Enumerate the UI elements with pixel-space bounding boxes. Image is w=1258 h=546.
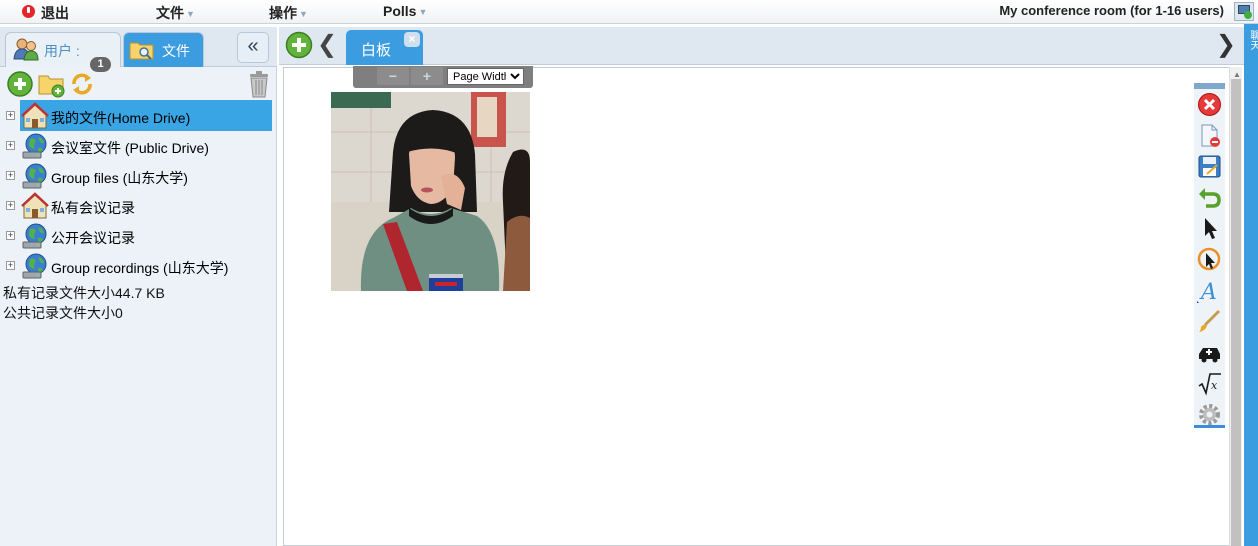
tree-item-label: 会议室文件 (Public Drive) [51, 140, 209, 156]
chat-strip-label: 聊天 [1248, 30, 1258, 50]
tab-whiteboard[interactable]: 白板 × [346, 30, 423, 65]
tree-item[interactable]: + 会议室文件 (Public Drive) [0, 130, 277, 160]
polls-menu-label: Polls [383, 3, 417, 19]
private-size-text: 私有记录文件大小44.7 KB [3, 285, 165, 301]
globe-drive-icon [22, 163, 47, 189]
globe-drive-icon [22, 133, 47, 159]
expand-icon[interactable]: + [6, 231, 15, 240]
folder-search-icon [129, 42, 154, 60]
chat-side-strip[interactable]: 聊天 [1244, 24, 1258, 546]
text-icon[interactable]: A [1197, 278, 1222, 303]
trash-icon[interactable] [245, 70, 273, 98]
tab-files[interactable]: 文件 [123, 32, 204, 67]
tab-users-label: 用户 : [44, 43, 80, 59]
dropdown-arrow-icon: ▼ [186, 9, 195, 19]
actions-menu[interactable]: 操作 ▼ [269, 3, 308, 23]
tab-files-label: 文件 [162, 43, 190, 59]
actions-menu-label: 操作 [269, 5, 297, 21]
expand-icon[interactable]: + [6, 141, 15, 150]
tree-item-label: Group files (山东大学) [51, 170, 188, 186]
svg-text:x: x [1211, 379, 1218, 392]
vertical-scrollbar[interactable]: ▲ [1229, 67, 1242, 546]
left-panel-tabs: 用户 : 1 文件 « [0, 27, 277, 72]
collapse-panel-button[interactable]: « [237, 32, 269, 63]
tree-item-label: 公开会议记录 [51, 230, 135, 246]
globe-drive-icon [22, 253, 47, 279]
file-toolbar [0, 68, 277, 100]
save-icon[interactable] [1197, 154, 1222, 179]
expand-icon[interactable]: + [6, 171, 15, 180]
file-menu-label: 文件 [156, 5, 184, 21]
uploaded-image[interactable] [331, 92, 530, 291]
zoom-toolbar: − + Page WidthFull Fit50%100%200% [353, 66, 533, 88]
exit-menu[interactable]: 退出 [41, 3, 69, 23]
globe-drive-icon [22, 223, 47, 249]
shapes-icon[interactable] [1197, 340, 1222, 365]
polls-menu[interactable]: Polls ▼ [383, 3, 427, 19]
file-menu[interactable]: 文件 ▼ [156, 3, 195, 23]
home-folder-icon [21, 192, 49, 219]
screen-share-icon[interactable] [1234, 2, 1254, 21]
dropdown-arrow-icon: ▼ [418, 7, 428, 17]
highlight-pointer-icon[interactable] [1197, 247, 1222, 272]
tree-item[interactable]: + 我的文件(Home Drive) [0, 100, 277, 131]
add-whiteboard-icon[interactable] [285, 31, 313, 59]
tree-item[interactable]: + 公开会议记录 [0, 220, 277, 250]
scroll-up-arrow-icon[interactable]: ▲ [1233, 70, 1241, 79]
refresh-icon[interactable] [68, 70, 96, 98]
power-icon[interactable] [22, 5, 35, 18]
tree-item[interactable]: + Group files (山东大学) [0, 160, 277, 190]
top-menu-bar: 退出 文件 ▼ 操作 ▼ Polls ▼ My conference room (fo… [0, 0, 1258, 24]
undo-icon[interactable] [1197, 185, 1222, 210]
exit-label: 退出 [41, 5, 69, 21]
tree-item[interactable]: + 私有会议记录 [0, 190, 277, 220]
tab-users[interactable]: 用户 : 1 [5, 32, 121, 72]
svg-text:A: A [1199, 280, 1217, 303]
whiteboard-canvas[interactable]: − + Page WidthFull Fit50%100%200% [283, 66, 1229, 546]
left-panel: 用户 : 1 文件 « + 我的文件(Home Drive) + 会议室文件 (… [0, 27, 277, 546]
whiteboard-tools: A x [1194, 83, 1225, 428]
expand-icon[interactable]: + [6, 201, 15, 210]
home-folder-icon [21, 102, 49, 129]
whiteboard-tab-label: 白板 [361, 42, 392, 59]
tree-item-label: 私有会议记录 [51, 200, 135, 216]
tree-item-label: Group recordings (山东大学) [51, 260, 229, 276]
room-title: My conference room (for 1-16 users) [999, 3, 1224, 18]
paint-brush-icon[interactable] [1197, 309, 1222, 334]
tree-item-label: 我的文件(Home Drive) [51, 110, 191, 126]
scrollbar-thumb[interactable] [1231, 79, 1241, 546]
expand-icon[interactable]: + [6, 261, 15, 270]
public-size-text: 公共记录文件大小0 [3, 305, 123, 321]
chevron-left-icon[interactable]: ❮ [317, 33, 337, 57]
settings-icon[interactable] [1197, 402, 1222, 427]
zoom-in-button[interactable]: + [411, 67, 443, 85]
tree-item[interactable]: + Group recordings (山东大学) [0, 250, 277, 280]
math-formula-icon[interactable]: x [1197, 371, 1222, 396]
clear-slide-icon[interactable] [1197, 123, 1222, 148]
zoom-out-button[interactable]: − [377, 67, 409, 85]
chevron-right-icon[interactable]: ❯ [1216, 33, 1236, 57]
clear-board-icon[interactable] [1197, 92, 1222, 117]
close-icon[interactable]: × [404, 32, 420, 47]
users-icon [13, 38, 39, 61]
add-file-icon[interactable] [6, 70, 34, 98]
zoom-mode-select[interactable]: Page WidthFull Fit50%100%200% [447, 68, 524, 85]
whiteboard-tab-bar: ❮ 白板 × ❯ [279, 27, 1244, 65]
dropdown-arrow-icon: ▼ [299, 9, 308, 19]
new-folder-icon[interactable] [37, 70, 65, 98]
pointer-icon[interactable] [1197, 216, 1222, 241]
expand-icon[interactable]: + [6, 111, 15, 120]
